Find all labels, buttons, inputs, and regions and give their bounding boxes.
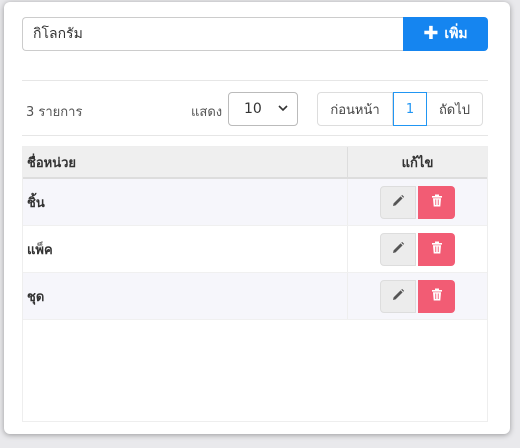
- add-unit-button[interactable]: ✚ เพิ่ม: [403, 17, 488, 51]
- divider: [22, 135, 488, 136]
- edit-button[interactable]: [380, 185, 416, 219]
- plus-icon: ✚: [423, 23, 439, 44]
- row-actions: [348, 226, 487, 272]
- row-actions: [348, 273, 487, 319]
- next-page-button[interactable]: ถัดไป: [427, 92, 483, 126]
- prev-page-button[interactable]: ก่อนหน้า: [317, 92, 393, 126]
- pagination: ก่อนหน้า 1 ถัดไป: [317, 92, 483, 126]
- table-empty-area: [23, 320, 487, 417]
- chevron-down-icon: [277, 102, 289, 117]
- divider: [22, 80, 488, 81]
- unit-management-card: ✚ เพิ่ม 3 รายการ แสดง 10 ก่อนหน้า 1 ถัดไ…: [4, 2, 510, 434]
- pencil-icon: [391, 241, 405, 258]
- edit-button[interactable]: [380, 279, 416, 313]
- column-header-edit: แก้ไข: [401, 155, 434, 171]
- table-row: ชุด: [23, 273, 487, 320]
- add-button-label: เพิ่ม: [444, 26, 468, 42]
- unit-name-cell: ชุด: [23, 273, 348, 319]
- pencil-icon: [391, 288, 405, 305]
- unit-name-cell: แพ็ค: [23, 226, 348, 272]
- add-unit-form: ✚ เพิ่ม: [22, 17, 488, 51]
- unit-name-input[interactable]: [22, 17, 403, 51]
- page-size-select[interactable]: 10: [228, 92, 298, 126]
- units-table: ชื่อหน่วย แก้ไข ชิ้น แพ็ค ชุด: [22, 146, 488, 422]
- page-number-button[interactable]: 1: [393, 92, 427, 126]
- table-header: ชื่อหน่วย แก้ไข: [23, 147, 487, 179]
- trash-icon: [431, 288, 443, 304]
- trash-icon: [431, 241, 443, 257]
- unit-name-cell: ชิ้น: [23, 179, 348, 225]
- column-header-name[interactable]: ชื่อหน่วย: [23, 147, 348, 177]
- page-size-label: แสดง: [191, 105, 223, 120]
- table-row: แพ็ค: [23, 226, 487, 273]
- table-row: ชิ้น: [23, 179, 487, 226]
- edit-button[interactable]: [380, 232, 416, 266]
- delete-button[interactable]: [418, 279, 455, 313]
- row-actions: [348, 179, 487, 225]
- page-size-value: 10: [244, 101, 262, 117]
- trash-icon: [431, 194, 443, 210]
- record-count: 3 รายการ: [26, 105, 83, 120]
- pencil-icon: [391, 194, 405, 211]
- delete-button[interactable]: [418, 185, 455, 219]
- delete-button[interactable]: [418, 232, 455, 266]
